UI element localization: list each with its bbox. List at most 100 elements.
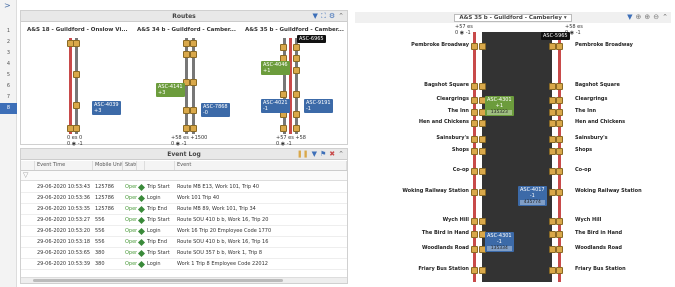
- bus-stop[interactable]: [479, 120, 486, 127]
- bus-stop[interactable]: [549, 218, 556, 225]
- bus-stop[interactable]: [293, 44, 300, 51]
- bus-stop[interactable]: [280, 125, 287, 132]
- bus-stop[interactable]: [479, 267, 486, 274]
- bus-stop[interactable]: [479, 148, 486, 155]
- filter-icon[interactable]: ▽: [23, 171, 28, 179]
- bus-stop[interactable]: [549, 43, 556, 50]
- filter-icon[interactable]: ▼: [627, 13, 632, 21]
- bus-stop[interactable]: [556, 246, 563, 253]
- bus-stop[interactable]: [471, 189, 478, 196]
- bus-stop[interactable]: [549, 267, 556, 274]
- bus-marker[interactable]: ASC-4039 +3: [92, 101, 121, 115]
- bus-stop[interactable]: [556, 109, 563, 116]
- bus-stop[interactable]: [549, 97, 556, 104]
- bus-stop[interactable]: [556, 120, 563, 127]
- bus-marker[interactable]: ASC-4021 -1: [261, 99, 290, 113]
- bus-stop[interactable]: [293, 55, 300, 62]
- horizontal-scrollbar[interactable]: [21, 277, 347, 283]
- route-title[interactable]: A&S 34 b - Guildford - Camber...: [137, 27, 236, 33]
- bus-stop[interactable]: [183, 51, 190, 58]
- bus-stop[interactable]: [471, 120, 478, 127]
- bus-stop[interactable]: [549, 120, 556, 127]
- bus-stop[interactable]: [293, 67, 300, 74]
- bus-stop[interactable]: [471, 43, 478, 50]
- column-header[interactable]: [21, 161, 35, 170]
- clear-filter-icon[interactable]: ✖: [329, 150, 335, 158]
- bus-marker[interactable]: ASC-4301 +1 135323: [485, 96, 514, 116]
- bus-stop[interactable]: [183, 107, 190, 114]
- bus-stop[interactable]: [479, 168, 486, 175]
- bus-stop[interactable]: [471, 97, 478, 104]
- route-title[interactable]: A&S 35 b - Guildford - Camber...: [245, 27, 344, 33]
- workspace-item[interactable]: 5: [0, 70, 17, 81]
- bus-stop[interactable]: [280, 44, 287, 51]
- table-row[interactable]: 29-06-2020 10:53:35 125786 Open Trip End Rou…: [21, 204, 347, 215]
- column-header[interactable]: [137, 161, 145, 170]
- filter-icon[interactable]: ▼: [312, 150, 317, 158]
- expand-icon[interactable]: >: [4, 1, 11, 10]
- collapse-icon[interactable]: ⌃: [662, 13, 668, 21]
- column-header[interactable]: Status: [123, 161, 137, 170]
- bus-stop[interactable]: [73, 71, 80, 78]
- bus-stop[interactable]: [471, 267, 478, 274]
- fit-icon[interactable]: ⛶: [321, 12, 326, 21]
- bus-stop[interactable]: [549, 148, 556, 155]
- bus-stop[interactable]: [280, 91, 287, 98]
- bus-marker[interactable]: ASC-4301 -1 135334: [485, 232, 514, 252]
- bus-stop[interactable]: [190, 51, 197, 58]
- bus-stop[interactable]: [479, 218, 486, 225]
- bus-stop[interactable]: [471, 109, 478, 116]
- column-header[interactable]: Event Time: [35, 161, 93, 170]
- bus-stop[interactable]: [549, 83, 556, 90]
- bus-stop[interactable]: [293, 125, 300, 132]
- bus-stop[interactable]: [73, 125, 80, 132]
- settings-icon[interactable]: ⚙: [329, 12, 335, 21]
- bus-stop[interactable]: [293, 91, 300, 98]
- bus-stop[interactable]: [549, 168, 556, 175]
- workspace-item[interactable]: 3: [0, 48, 17, 59]
- bus-stop[interactable]: [190, 125, 197, 132]
- filter-icon[interactable]: ▼: [313, 12, 318, 21]
- workspace-item[interactable]: 7: [0, 92, 17, 103]
- bus-stop[interactable]: [556, 189, 563, 196]
- bus-stop[interactable]: [471, 168, 478, 175]
- bus-stop[interactable]: [479, 189, 486, 196]
- bus-stop[interactable]: [471, 136, 478, 143]
- workspace-item[interactable]: 6: [0, 81, 17, 92]
- bus-marker[interactable]: ASC-5965: [541, 32, 570, 40]
- bus-stop[interactable]: [549, 136, 556, 143]
- column-header[interactable]: [145, 161, 175, 170]
- bus-stop[interactable]: [190, 79, 197, 86]
- bus-stop[interactable]: [73, 40, 80, 47]
- zoom-in-icon[interactable]: ⊕: [644, 13, 650, 21]
- route-select[interactable]: A&S 35 b - Guildford - Camberley ▾: [454, 14, 572, 22]
- zoom-out-icon[interactable]: ⊖: [653, 13, 659, 21]
- bus-stop[interactable]: [556, 83, 563, 90]
- table-row[interactable]: 29-06-2020 10:53:20 556 Open Login Work 16 T…: [21, 226, 347, 237]
- bus-stop[interactable]: [190, 107, 197, 114]
- collapse-icon[interactable]: ⌃: [338, 12, 344, 21]
- bus-stop[interactable]: [73, 102, 80, 109]
- zoom-icon[interactable]: ⊕: [636, 13, 642, 21]
- pause-icon[interactable]: ❚❚: [297, 150, 309, 158]
- table-row[interactable]: 29-06-2020 10:53:43 125786 Open Trip Start R…: [21, 182, 347, 193]
- bus-stop[interactable]: [549, 246, 556, 253]
- bus-stop[interactable]: [556, 218, 563, 225]
- bus-marker[interactable]: ASC-9191 -1: [304, 99, 333, 113]
- bus-stop[interactable]: [556, 267, 563, 274]
- bus-stop[interactable]: [471, 246, 478, 253]
- bus-stop[interactable]: [549, 189, 556, 196]
- flag-icon[interactable]: ⚑: [320, 150, 326, 158]
- table-row[interactable]: 29-06-2020 10:53:36 125786 Open Login Work 1…: [21, 193, 347, 204]
- bus-stop[interactable]: [183, 40, 190, 47]
- route-title[interactable]: A&S 18 - Guildford - Onslow Vi...: [27, 27, 128, 33]
- bus-stop[interactable]: [556, 148, 563, 155]
- table-row[interactable]: 29-06-2020 10:53:39 380 Open Login Work 1 Tr…: [21, 259, 347, 270]
- column-header[interactable]: Mobile Unit ID: [93, 161, 123, 170]
- workspace-item-active[interactable]: 8: [0, 103, 17, 114]
- bus-marker[interactable]: ASC-4017 -1 435774: [518, 186, 547, 206]
- bus-stop[interactable]: [479, 43, 486, 50]
- bus-stop[interactable]: [556, 43, 563, 50]
- bus-stop[interactable]: [471, 218, 478, 225]
- scrollbar-thumb[interactable]: [33, 279, 283, 282]
